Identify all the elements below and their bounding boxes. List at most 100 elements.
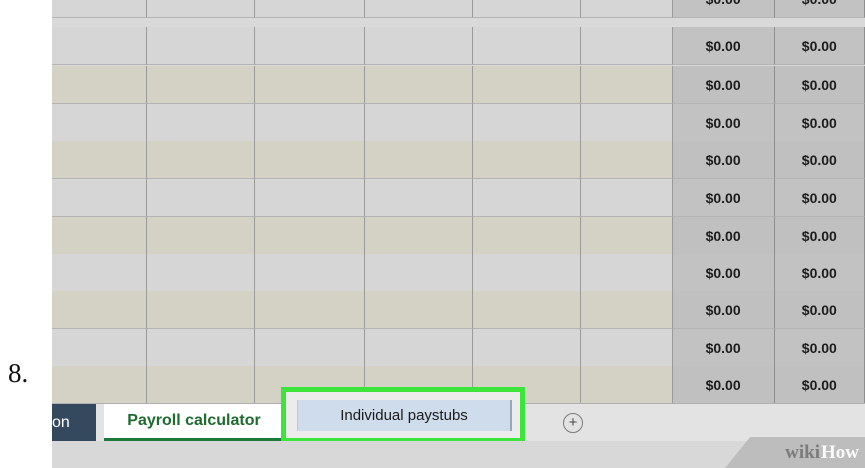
table-cell-amount[interactable]: $0.00 — [774, 0, 865, 18]
table-cell[interactable] — [581, 66, 673, 104]
table-cell[interactable] — [364, 217, 473, 255]
table-cell[interactable] — [472, 27, 582, 65]
table-cell[interactable] — [255, 179, 365, 217]
table-cell-amount[interactable]: $0.00 — [672, 104, 775, 142]
table-cell[interactable] — [52, 141, 147, 179]
table-cell[interactable] — [472, 291, 582, 329]
table-cell[interactable] — [146, 141, 256, 179]
table-row: $0.00$0.00 — [52, 27, 865, 65]
tab-sheet-partial[interactable]: on — [52, 404, 96, 441]
table-cell[interactable] — [52, 179, 147, 217]
table-cell-amount[interactable]: $0.00 — [774, 104, 865, 142]
table-cell[interactable] — [364, 141, 473, 179]
table-cell-amount[interactable]: $0.00 — [672, 291, 775, 329]
table-cell[interactable] — [146, 27, 256, 65]
table-cell[interactable] — [364, 291, 473, 329]
table-cell[interactable] — [472, 66, 582, 104]
tab-individual-paystubs-label: Individual paystubs — [340, 407, 468, 424]
table-cell-amount[interactable]: $0.00 — [774, 254, 865, 292]
table-cell[interactable] — [52, 217, 147, 255]
table-cell[interactable] — [146, 0, 256, 18]
table-cell[interactable] — [472, 217, 582, 255]
table-cell[interactable] — [581, 27, 673, 65]
table-cell[interactable] — [581, 0, 673, 18]
sheet-tab-bar: on Payroll calculator Individual paystub… — [52, 387, 865, 443]
table-cell[interactable] — [146, 291, 256, 329]
table-cell[interactable] — [52, 254, 147, 292]
watermark-wiki: wiki — [785, 441, 820, 463]
table-cell[interactable] — [472, 254, 582, 292]
tab-individual-paystubs[interactable]: Individual paystubs — [297, 400, 512, 431]
table-cell[interactable] — [364, 329, 473, 367]
tab-payroll-calculator-label: Payroll calculator — [127, 412, 261, 429]
table-cell[interactable] — [146, 329, 256, 367]
table-cell[interactable] — [146, 104, 256, 142]
table-cell[interactable] — [52, 329, 147, 367]
table-cell[interactable] — [146, 179, 256, 217]
add-sheet-icon[interactable]: + — [563, 413, 583, 433]
table-cell-amount[interactable]: $0.00 — [774, 329, 865, 367]
table-cell[interactable] — [364, 179, 473, 217]
table-cell[interactable] — [472, 104, 582, 142]
table-cell-amount[interactable]: $0.00 — [672, 0, 775, 18]
table-cell[interactable] — [255, 141, 365, 179]
table-cell-amount[interactable]: $0.00 — [774, 291, 865, 329]
table-cell[interactable] — [364, 0, 473, 18]
table-cell[interactable] — [364, 27, 473, 65]
table-row: $0.00$0.00 — [52, 66, 865, 104]
table-cell[interactable] — [52, 66, 147, 104]
table-cell[interactable] — [581, 141, 673, 179]
table-cell[interactable] — [472, 0, 582, 18]
table-cell-amount[interactable]: $0.00 — [774, 27, 865, 65]
table-cell[interactable] — [146, 254, 256, 292]
table-cell-amount[interactable]: $0.00 — [774, 179, 865, 217]
table-cell[interactable] — [255, 27, 365, 65]
table-cell[interactable] — [52, 27, 147, 65]
table-cell[interactable] — [52, 366, 147, 404]
table-cell-amount[interactable]: $0.00 — [774, 366, 865, 404]
table-cell-amount[interactable]: $0.00 — [672, 366, 775, 404]
table-cell-amount[interactable]: $0.00 — [672, 329, 775, 367]
table-cell[interactable] — [146, 66, 256, 104]
table-cell[interactable] — [255, 104, 365, 142]
table-cell[interactable] — [472, 141, 582, 179]
table-row: $0.00$0.00 — [52, 104, 865, 142]
table-cell-amount[interactable]: $0.00 — [672, 27, 775, 65]
table-cell[interactable] — [364, 254, 473, 292]
table-cell[interactable] — [581, 291, 673, 329]
table-cell[interactable] — [52, 291, 147, 329]
table-cell[interactable] — [581, 217, 673, 255]
table-cell-amount[interactable]: $0.00 — [672, 254, 775, 292]
table-cell-amount[interactable]: $0.00 — [774, 141, 865, 179]
table-cell[interactable] — [146, 366, 256, 404]
table-cell[interactable] — [581, 329, 673, 367]
table-cell[interactable] — [52, 0, 147, 18]
table-cell-amount[interactable]: $0.00 — [672, 141, 775, 179]
table-cell[interactable] — [364, 104, 473, 142]
table-cell[interactable] — [255, 0, 365, 18]
table-cell-amount[interactable]: $0.00 — [672, 179, 775, 217]
table-cell-amount[interactable]: $0.00 — [774, 66, 865, 104]
table-row: $0.00$0.00 — [52, 291, 865, 329]
table-cell-amount[interactable]: $0.00 — [774, 217, 865, 255]
table-row: $0.00$0.00 — [52, 0, 865, 18]
table-cell[interactable] — [581, 366, 673, 404]
table-cell[interactable] — [255, 254, 365, 292]
table-cell[interactable] — [255, 66, 365, 104]
table-cell[interactable] — [581, 254, 673, 292]
table-cell-amount[interactable]: $0.00 — [672, 66, 775, 104]
highlight-box: Individual paystubs — [281, 387, 525, 443]
table-cell[interactable] — [581, 104, 673, 142]
table-cell-amount[interactable]: $0.00 — [672, 217, 775, 255]
table-cell[interactable] — [146, 217, 256, 255]
table-cell[interactable] — [364, 66, 473, 104]
tab-payroll-calculator[interactable]: Payroll calculator — [104, 404, 284, 441]
table-cell[interactable] — [52, 104, 147, 142]
table-cell[interactable] — [472, 179, 582, 217]
table-cell[interactable] — [255, 291, 365, 329]
table-cell[interactable] — [472, 329, 582, 367]
spreadsheet-area: $0.00 $0.00 $0.00 $0.00 $0.00 $0.00 $0.00 $0.00… — [52, 0, 865, 468]
table-cell[interactable] — [255, 329, 365, 367]
table-cell[interactable] — [255, 217, 365, 255]
table-cell[interactable] — [581, 179, 673, 217]
